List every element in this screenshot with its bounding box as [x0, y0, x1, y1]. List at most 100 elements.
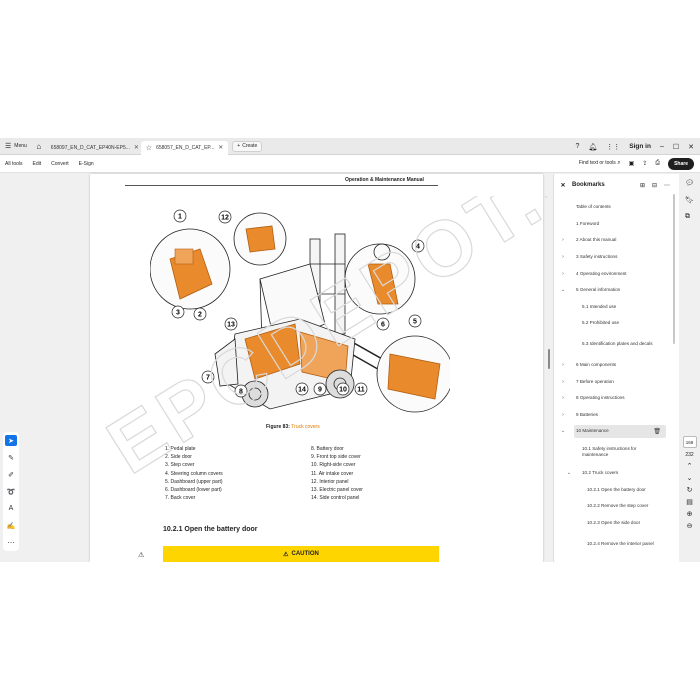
legend-right: 8. Battery door 9. Front top side cover …	[311, 445, 363, 502]
find-text-button[interactable]: Find text or tools ⌕	[579, 160, 621, 167]
trash-icon[interactable]: 🗑︎	[653, 428, 661, 435]
chevron-right-icon[interactable]: ›	[559, 271, 567, 277]
text-box-icon[interactable]: A	[5, 503, 17, 514]
close-icon[interactable]: ✕	[134, 144, 139, 151]
bookmark-item[interactable]: › 9 Batteries	[554, 407, 678, 424]
bookmark-item[interactable]: 10.2.4 Remove the interior panel	[554, 531, 678, 556]
legend-item: 13. Electric panel cover	[311, 487, 363, 494]
save-icon[interactable]: ▣	[629, 160, 635, 167]
svg-text:1: 1	[178, 214, 182, 221]
esign-menu[interactable]: E-Sign	[74, 161, 99, 167]
scroll-thumb[interactable]	[548, 349, 550, 369]
minimize-icon[interactable]: –	[660, 143, 664, 150]
bookmark-item[interactable]: 5.2 Prohibited use	[554, 315, 678, 332]
zoom-in-icon[interactable]: ⊕	[687, 510, 693, 518]
close-icon[interactable]: ✕	[218, 144, 223, 151]
bookmarks-list: Table of contents 1 Foreword › 2 About this…	[554, 199, 678, 556]
bookmark-item[interactable]: 1 Foreword	[554, 216, 678, 233]
help-icon[interactable]: ?	[575, 143, 579, 150]
chevron-down-icon[interactable]: ⌄	[687, 474, 693, 482]
add-bookmark-icon[interactable]: ⊞	[640, 182, 645, 189]
print-icon[interactable]: ⎙	[655, 160, 660, 167]
bookmark-label: 10.2.3 Open the side door	[587, 519, 641, 525]
bookmark-item[interactable]: 5.3 Identification plates and decals	[554, 332, 678, 357]
bookmark-item[interactable]: Table of contents	[554, 199, 678, 216]
bookmark-item[interactable]: ⌄ 5 General information	[554, 282, 678, 299]
edit-menu[interactable]: Edit	[28, 161, 47, 167]
notifications-icon[interactable]: 🔔︎	[588, 143, 597, 151]
bookmark-item[interactable]: › 2 About this manual	[554, 232, 678, 249]
bookmark-item[interactable]: 10.1 Safety instructions for maintenance	[554, 440, 678, 465]
bookmark-label: Table of contents	[576, 204, 611, 210]
bookmark-item[interactable]: 10.2.1 Open the battery door	[554, 481, 678, 498]
tab-document-2[interactable]: ☆ 658057_EN_D_CAT_EP... ✕	[140, 140, 229, 155]
chevron-down-icon[interactable]: ⌄	[559, 287, 567, 293]
bookmark-item[interactable]: › 8 Operating instructions	[554, 390, 678, 407]
bookmark-item[interactable]: 5.1 Intended use	[554, 299, 678, 316]
chevron-right-icon[interactable]: ›	[559, 412, 567, 418]
bookmark-item[interactable]: › 3 Safety instructions	[554, 249, 678, 266]
current-page-input[interactable]: 169	[682, 436, 697, 448]
legend-item: 9. Front top side cover	[311, 454, 361, 461]
share-button[interactable]: Share	[668, 157, 694, 170]
create-tab-button[interactable]: + Create	[232, 140, 263, 152]
chevron-right-icon[interactable]: ›	[559, 379, 567, 385]
chevron-down-icon[interactable]: ⌄	[559, 428, 567, 434]
svg-text:7: 7	[206, 375, 210, 382]
tab-document-1[interactable]: 658097_EN_D_CAT_EP40N-EP5... ✕	[46, 141, 141, 155]
bookmarks-icon[interactable]: 🔖︎	[685, 196, 694, 204]
cursor-icon[interactable]: ➤	[5, 435, 17, 446]
home-icon[interactable]: ⌂	[32, 142, 46, 151]
highlight-icon[interactable]: ✐	[5, 469, 17, 480]
app-window: ☰ Menu ⌂ 658097_EN_D_CAT_EP40N-EP5... ✕ …	[0, 138, 700, 562]
hamburger-icon: ☰	[5, 143, 12, 150]
all-tools-menu[interactable]: All tools	[0, 161, 28, 167]
bookmark-item[interactable]: › 6 Main components	[554, 357, 678, 374]
svg-text:6: 6	[381, 322, 385, 329]
page-info-icon[interactable]: ▤	[686, 498, 693, 506]
bookmark-item[interactable]: › 4 Operating environment	[554, 265, 678, 282]
close-icon[interactable]: ✕	[554, 182, 572, 189]
bookmark-item[interactable]: 10.2.3 Open the side door	[554, 515, 678, 532]
bookmarks-panel: ✕ Bookmarks ⊞ ⊟ ⋯ Table of contents 1 For…	[553, 174, 679, 562]
svg-text:14: 14	[298, 387, 306, 394]
convert-menu[interactable]: Convert	[46, 161, 74, 167]
more-options-icon[interactable]: ⋯	[664, 182, 670, 189]
callout-11: 11	[354, 382, 368, 396]
sign-in-button[interactable]: Sign in	[629, 143, 651, 150]
star-icon[interactable]: ☆	[146, 144, 152, 152]
apps-grid-icon[interactable]: ⋮⋮	[606, 143, 620, 151]
menu-button[interactable]: ☰ Menu	[0, 138, 32, 155]
chevron-right-icon[interactable]: ›	[559, 254, 567, 260]
bookmark-item[interactable]: ⌄ 10 Maintenance 🗑︎	[554, 423, 678, 440]
chevron-right-icon[interactable]: ›	[559, 237, 567, 243]
chevron-up-icon[interactable]: ⌃	[687, 462, 693, 470]
page-navigation: 169 232 ⌃ ⌄ ↻ ▤ ⊕ ⊖	[682, 436, 697, 530]
bookmark-item[interactable]: ⌄ 10.2 Truck covers	[554, 465, 678, 482]
bookmark-item[interactable]: › 7 Before operation	[554, 373, 678, 390]
zoom-out-icon[interactable]: ⊖	[687, 522, 693, 530]
chevron-right-icon[interactable]: ›	[559, 362, 567, 368]
bookmarks-header: ✕ Bookmarks ⊞ ⊟ ⋯	[554, 178, 679, 192]
bookmark-icon[interactable]: ⊟	[652, 182, 657, 189]
legend-item: 11. Air intake cover	[311, 470, 354, 477]
chevron-down-icon[interactable]: ⌄	[565, 470, 573, 476]
comment-icon[interactable]: ✎	[5, 452, 17, 463]
callout-3: 3	[171, 305, 185, 319]
bookmark-item[interactable]: 10.2.2 Remove the step cover	[554, 498, 678, 515]
legend-item: 1. Pedal plate	[165, 446, 196, 452]
chevron-right-icon[interactable]: ›	[559, 395, 567, 401]
stamp-icon[interactable]: ✍	[5, 520, 17, 531]
document-page: Operation & Maintenance Manual 1 2 3 4 5…	[90, 174, 543, 562]
draw-icon[interactable]: ➰	[5, 486, 17, 497]
pages-icon[interactable]: ⧉	[685, 213, 694, 221]
refresh-icon[interactable]: ↻	[687, 486, 693, 494]
comments-icon[interactable]: 💬︎	[685, 179, 694, 187]
more-tools-icon[interactable]: ⋯	[5, 537, 17, 548]
upload-icon[interactable]: ⇪	[642, 160, 647, 167]
close-window-icon[interactable]: ✕	[688, 143, 694, 151]
svg-text:11: 11	[357, 387, 365, 394]
maximize-icon[interactable]: ☐	[673, 143, 679, 151]
tab-bar: ☰ Menu ⌂ 658097_EN_D_CAT_EP40N-EP5... ✕ …	[0, 138, 700, 155]
toolbar-right: Find text or tools ⌕ ▣ ⇪ ⎙ Share	[579, 157, 694, 170]
